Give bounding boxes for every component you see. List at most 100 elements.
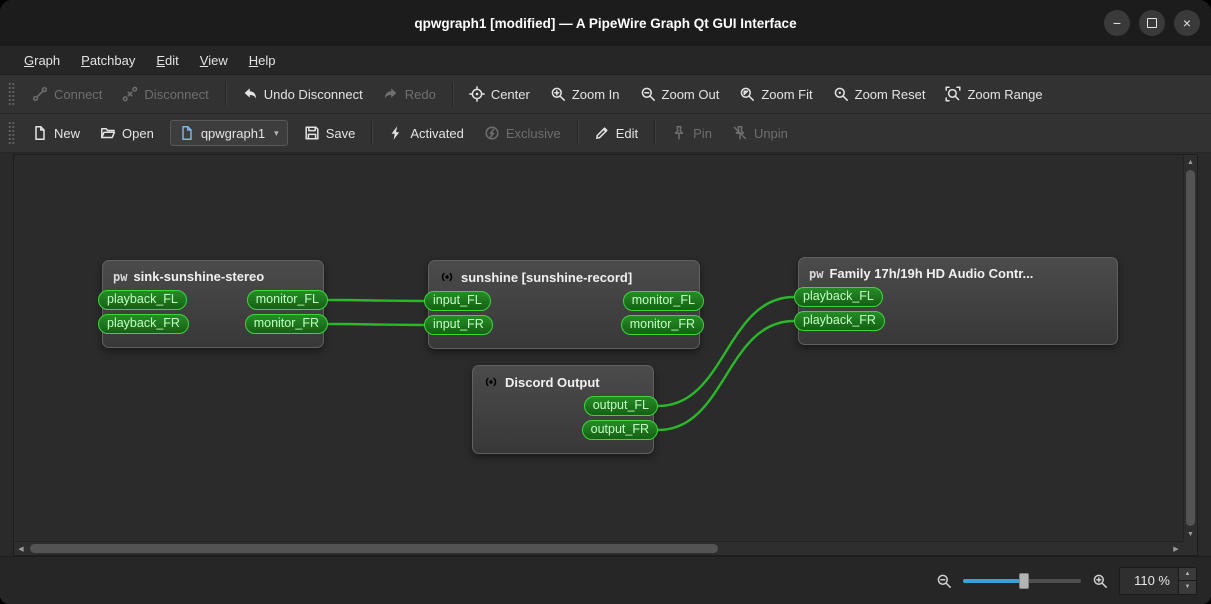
toolbar-label: Activated [410, 125, 464, 141]
menu-bar: Graph Patchbay Edit View Help [0, 46, 1211, 75]
port-sink-playback_FR[interactable]: playback_FR [98, 314, 189, 334]
close-icon: × [1182, 15, 1192, 31]
toolbar-grip[interactable] [8, 121, 15, 145]
zoom-slider-fill [963, 578, 1025, 583]
edit-icon [594, 125, 610, 141]
main-area: pw sink-sunshine-stereo playback_FL monitor… [0, 153, 1211, 556]
node-header: pw sink-sunshine-stereo [103, 261, 323, 288]
toolbar-label: Center [490, 86, 530, 102]
graph-node-discord[interactable]: Discord Output output_FL output_FR [472, 365, 658, 454]
toolbar-button-activated[interactable]: Activated [379, 120, 472, 146]
graph-canvas[interactable]: pw sink-sunshine-stereo playback_FL monitor… [14, 155, 1183, 541]
connection-sink.monitor_FL-to-sunshine.input_FL[interactable] [326, 298, 426, 303]
toolbar-label: Unpin [753, 125, 788, 141]
zoom-out-icon[interactable] [936, 573, 952, 589]
scroll-up-arrow[interactable]: ▲ [1184, 155, 1198, 169]
port-sunshine-monitor_FL[interactable]: monitor_FL [622, 291, 704, 311]
maximize-button[interactable] [1139, 10, 1165, 36]
stream-icon [483, 374, 499, 390]
toolbar-button-undo-disconnect[interactable]: Undo Disconnect [233, 81, 372, 107]
toolbar-button-zoom-in[interactable]: Zoom In [541, 81, 629, 107]
toolbar-button-edit[interactable]: Edit [585, 120, 647, 146]
toolbar-button-exclusive[interactable]: Exclusive [475, 120, 570, 146]
graph-node-sunshine[interactable]: sunshine [sunshine-record] input_FL monito… [424, 260, 704, 349]
combo-current-patchbay[interactable]: qpwgraph1 ▾ [169, 120, 288, 146]
toolbar-button-redo[interactable]: Redo [374, 81, 445, 107]
scroll-left-arrow[interactable]: ◀ [14, 542, 28, 556]
menu-item-help[interactable]: Help [239, 49, 286, 72]
port-sink-monitor_FR[interactable]: monitor_FR [244, 314, 328, 334]
spin-down-button[interactable]: ▼ [1179, 580, 1196, 594]
scroll-down-arrow[interactable]: ▼ [1184, 527, 1198, 541]
toolbar-separator [224, 82, 226, 106]
port-discord-output_FL[interactable]: output_FL [583, 396, 658, 416]
node-title: Family 17h/19h HD Audio Contr... [829, 266, 1034, 281]
zoom-in-icon[interactable] [1092, 573, 1108, 589]
activated-icon [388, 125, 404, 141]
vertical-scrollbar-thumb[interactable] [1186, 170, 1195, 526]
patchbay-toolbar: New Open qpwgraph1 ▾ Save Activated Exclusive E… [0, 114, 1211, 153]
menu-item-view[interactable]: View [190, 49, 238, 72]
node-ports: playback_FL playback_FR [794, 285, 1117, 344]
title-bar[interactable]: qpwgraph1 [modified] — A PipeWire Graph … [0, 0, 1211, 46]
toolbar-button-zoom-range[interactable]: Zoom Range [936, 81, 1051, 107]
toolbar-button-center[interactable]: Center [460, 81, 539, 107]
scroll-right-arrow[interactable]: ▶ [1169, 542, 1183, 556]
node-title: Discord Output [505, 374, 600, 390]
zoom-value[interactable]: 110 % [1120, 568, 1178, 594]
minimize-button[interactable]: − [1104, 10, 1130, 36]
toolbar-label: Disconnect [144, 86, 209, 102]
graph-node-sink[interactable]: pw sink-sunshine-stereo playback_FLmonitor… [98, 260, 328, 348]
zoom-slider-handle[interactable] [1019, 572, 1030, 589]
combo-label: qpwgraph1 [200, 125, 266, 141]
toolbar-button-pin[interactable]: Pin [662, 120, 721, 146]
toolbar-separator [576, 121, 578, 145]
vertical-scrollbar[interactable]: ▲ ▼ [1183, 155, 1197, 541]
toolbar-label: Connect [54, 86, 103, 102]
horizontal-scrollbar[interactable]: ◀ ▶ [14, 541, 1183, 555]
toolbar-button-open[interactable]: Open [91, 120, 163, 146]
connection-sink.monitor_FR-to-sunshine.input_FR[interactable] [326, 322, 426, 327]
toolbar-label: Pin [693, 125, 712, 141]
menu-item-patchbay[interactable]: Patchbay [71, 49, 145, 72]
unpin-icon [732, 125, 748, 141]
node-ports: playback_FL monitor_FL playback_FR monitor_… [98, 288, 328, 347]
toolbar-button-zoom-reset[interactable]: Zoom Reset [824, 81, 935, 107]
port-sunshine-input_FL[interactable]: input_FL [424, 291, 491, 311]
graph-view: pw sink-sunshine-stereo playback_FL monitor… [13, 154, 1198, 556]
toolbar-button-unpin[interactable]: Unpin [723, 120, 797, 146]
port-sink-playback_FL[interactable]: playback_FL [98, 290, 187, 310]
file-icon [179, 125, 195, 141]
port-sink-monitor_FL[interactable]: monitor_FL [246, 290, 328, 310]
zoom-slider[interactable] [963, 572, 1081, 590]
undo-icon [242, 86, 258, 102]
toolbar-button-connect[interactable]: Connect [23, 81, 111, 107]
toolbar-button-zoom-out[interactable]: Zoom Out [631, 81, 729, 107]
port-discord-output_FR[interactable]: output_FR [581, 420, 658, 440]
spin-up-button[interactable]: ▲ [1179, 567, 1196, 580]
toolbar-button-new[interactable]: New [23, 120, 89, 146]
toolbar-grip[interactable] [8, 82, 15, 106]
menu-item-edit[interactable]: Edit [146, 49, 188, 72]
zoom-spinbox[interactable]: 110 % ▲ ▼ [1119, 566, 1197, 595]
menu-item-graph[interactable]: Graph [14, 49, 70, 72]
toolbar-label: Exclusive [505, 125, 561, 141]
toolbar-label: Open [122, 125, 154, 141]
zoom-range-icon [945, 86, 961, 102]
toolbar-button-save[interactable]: Save [295, 120, 365, 146]
toolbar-separator [451, 82, 453, 106]
port-family-playback_FL[interactable]: playback_FL [794, 287, 883, 307]
horizontal-scrollbar-thumb[interactable] [30, 544, 718, 553]
zoom-in-icon [550, 86, 566, 102]
new-file-icon [32, 125, 48, 141]
toolbar-label: Undo Disconnect [263, 86, 363, 102]
port-sunshine-monitor_FR[interactable]: monitor_FR [620, 315, 704, 335]
port-row: input_FR monitor_FR [424, 315, 704, 335]
toolbar-button-zoom-fit[interactable]: Zoom Fit [730, 81, 821, 107]
graph-node-family[interactable]: pw Family 17h/19h HD Audio Contr... playba… [794, 257, 1118, 345]
port-family-playback_FR[interactable]: playback_FR [794, 311, 885, 331]
port-row: playback_FL [794, 287, 1117, 307]
port-sunshine-input_FR[interactable]: input_FR [424, 315, 493, 335]
close-button[interactable]: × [1174, 10, 1200, 36]
toolbar-button-disconnect[interactable]: Disconnect [113, 81, 217, 107]
